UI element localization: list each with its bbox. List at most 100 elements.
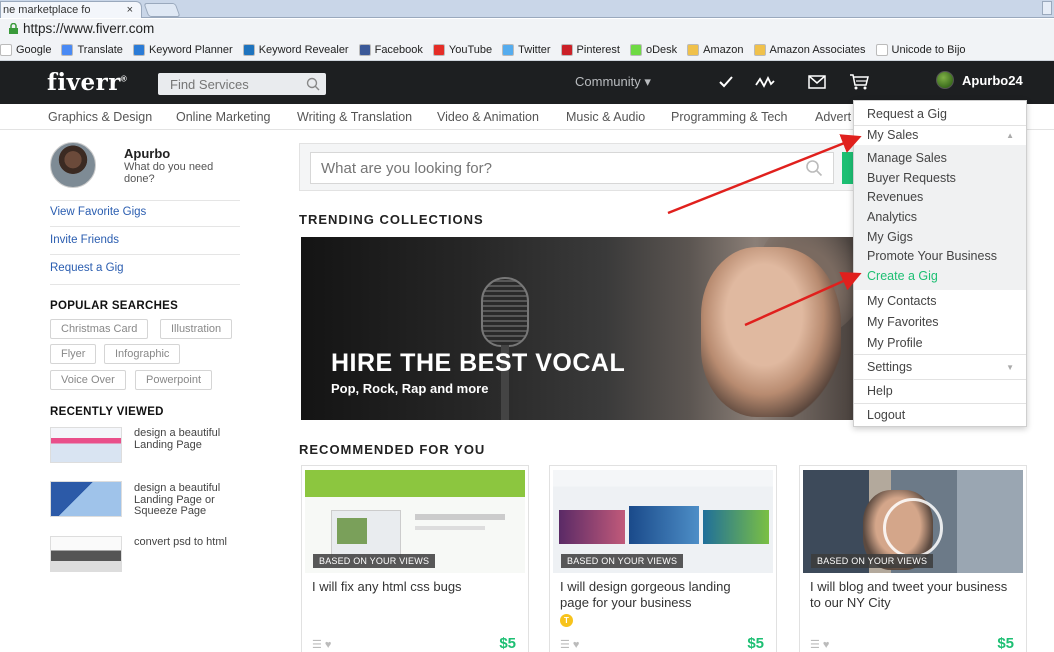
cart-icon[interactable] [849,73,869,91]
bookmark-item[interactable]: Amazon [687,40,744,60]
menu-logout[interactable]: Logout [867,408,905,422]
mockup-image [337,518,367,544]
menu-analytics[interactable]: Analytics [867,210,917,224]
invite-friends-link[interactable]: Invite Friends [50,234,119,246]
main-search-box[interactable] [310,152,834,184]
bookmark-item[interactable]: Pinterest [560,40,620,60]
bookmark-item[interactable]: Facebook [358,40,423,60]
tag-illustration[interactable]: Illustration [160,319,233,339]
bookmark-item[interactable]: Translate [61,40,123,60]
banner-title: HIRE THE BEST VOCAL [331,349,626,377]
bookmark-label: Pinterest [576,44,620,56]
bookmark-item[interactable]: YouTube [432,40,492,60]
recent-thumbnail[interactable] [50,427,122,463]
menu-my-favorites[interactable]: My Favorites [867,315,939,329]
gig-actions[interactable]: ☰ ♥ [810,638,829,651]
profile-avatar[interactable] [50,142,96,188]
menu-my-gigs[interactable]: My Gigs [867,230,913,244]
category-link[interactable]: Writing & Translation [297,110,412,124]
bookmark-item[interactable]: Unicode to Bijo [875,40,966,60]
checkmark-icon[interactable] [717,73,735,91]
recent-item[interactable]: convert psd to html [134,536,244,549]
category-link[interactable]: Advert [815,110,851,124]
gig-title[interactable]: I will blog and tweet your business to o… [810,579,1010,611]
gig-actions[interactable]: ☰ ♥ [560,638,579,651]
analytics-icon[interactable] [755,73,775,91]
bookmark-item[interactable]: Amazon Associates [753,40,866,60]
recent-thumbnail[interactable] [50,481,122,517]
menu-help[interactable]: Help [867,384,893,398]
tag-powerpoint[interactable]: Powerpoint [135,370,213,390]
tag-infographic[interactable]: Infographic [104,344,181,364]
menu-settings[interactable]: Settings [867,360,912,374]
recent-thumbnail[interactable] [50,536,122,572]
tag-voice-over[interactable]: Voice Over [50,370,126,390]
tag-flyer[interactable]: Flyer [50,344,97,364]
category-link[interactable]: Online Marketing [176,110,271,124]
address-bar[interactable]: https://www.fiverr.com [0,19,1054,40]
tab-close-icon[interactable]: × [127,2,133,18]
bookmarks-bar: Google Translate Keyword Planner Keyword Re… [0,40,1054,61]
gig-card[interactable]: BASED ON YOUR VIEWS I will fix any html … [301,465,529,652]
fiverr-logo[interactable]: fiverr® [47,69,127,96]
browser-tab-bar: ne marketplace fo × [0,0,1054,18]
gig-thumbnail: BASED ON YOUR VIEWS [553,470,773,573]
header-search[interactable] [158,73,326,95]
menu-my-sales[interactable]: My Sales [867,128,918,142]
divider [50,284,240,285]
menu-my-profile[interactable]: My Profile [867,336,923,350]
gig-card[interactable]: BASED ON YOUR VIEWS I will design gorgeo… [549,465,777,652]
mail-icon[interactable] [807,73,827,91]
bookmark-item[interactable]: Keyword Planner [132,40,233,60]
search-icon[interactable] [805,159,823,177]
browser-tab[interactable]: ne marketplace fo × [0,1,142,18]
user-menu[interactable]: Apurbo24 [936,71,1023,89]
video-play-icon[interactable] [883,498,943,558]
chevron-up-icon[interactable]: ▲ [1006,131,1014,140]
bookmark-icon [629,44,642,56]
category-link[interactable]: Programming & Tech [671,110,788,124]
tag-christmas-card[interactable]: Christmas Card [50,319,149,339]
bookmark-item[interactable]: Keyword Revealer [242,40,349,60]
menu-create-gig[interactable]: Create a Gig [867,269,938,283]
menu-promote-business[interactable]: Promote Your Business [867,249,997,263]
bookmark-label: Twitter [518,44,551,56]
main-search-input[interactable] [311,153,791,183]
menu-revenues[interactable]: Revenues [867,190,923,204]
divider [854,379,1026,380]
url-text: https://www.fiverr.com [23,21,155,36]
bookmark-item[interactable]: Google [0,40,51,60]
menu-request-gig[interactable]: Request a Gig [867,107,947,121]
request-gig-link[interactable]: Request a Gig [50,262,124,274]
trending-banner[interactable]: HIRE THE BEST VOCAL Pop, Rock, Rap and m… [301,237,855,420]
header-search-input[interactable] [158,73,288,95]
recent-item[interactable]: design a beautiful Landing Page [134,427,244,451]
menu-my-contacts[interactable]: My Contacts [867,294,936,308]
menu-buyer-requests[interactable]: Buyer Requests [867,171,956,185]
username: Apurbo24 [962,72,1023,88]
gig-title[interactable]: I will fix any html css bugs [312,579,512,595]
url-field[interactable]: https://www.fiverr.com [8,21,154,36]
bookmark-item[interactable]: oDesk [629,40,677,60]
view-favorite-gigs-link[interactable]: View Favorite Gigs [50,206,146,218]
profile-name[interactable]: Apurbo [124,146,170,161]
category-link[interactable]: Video & Animation [437,110,539,124]
chevron-down-icon[interactable]: ▼ [1006,363,1014,372]
menu-manage-sales[interactable]: Manage Sales [867,151,947,165]
new-tab-button[interactable] [143,3,181,17]
gig-card[interactable]: BASED ON YOUR VIEWS I will blog and twee… [799,465,1027,652]
gig-title[interactable]: I will design gorgeous landing page for … [560,579,760,611]
recent-item[interactable]: design a beautiful Landing Page or Squee… [134,482,244,518]
gig-actions[interactable]: ☰ ♥ [312,638,331,651]
logo-text: fiverr [47,69,121,96]
search-icon[interactable] [306,77,320,91]
bookmark-icon [875,44,888,56]
popular-searches-heading: POPULAR SEARCHES [50,300,179,312]
community-menu[interactable]: Community ▾ [575,74,651,90]
category-link[interactable]: Music & Audio [566,110,645,124]
avatar [936,71,954,89]
category-link[interactable]: Graphics & Design [48,110,152,124]
window-control-icon[interactable] [1042,1,1052,15]
divider [50,200,240,201]
bookmark-item[interactable]: Twitter [502,40,551,60]
